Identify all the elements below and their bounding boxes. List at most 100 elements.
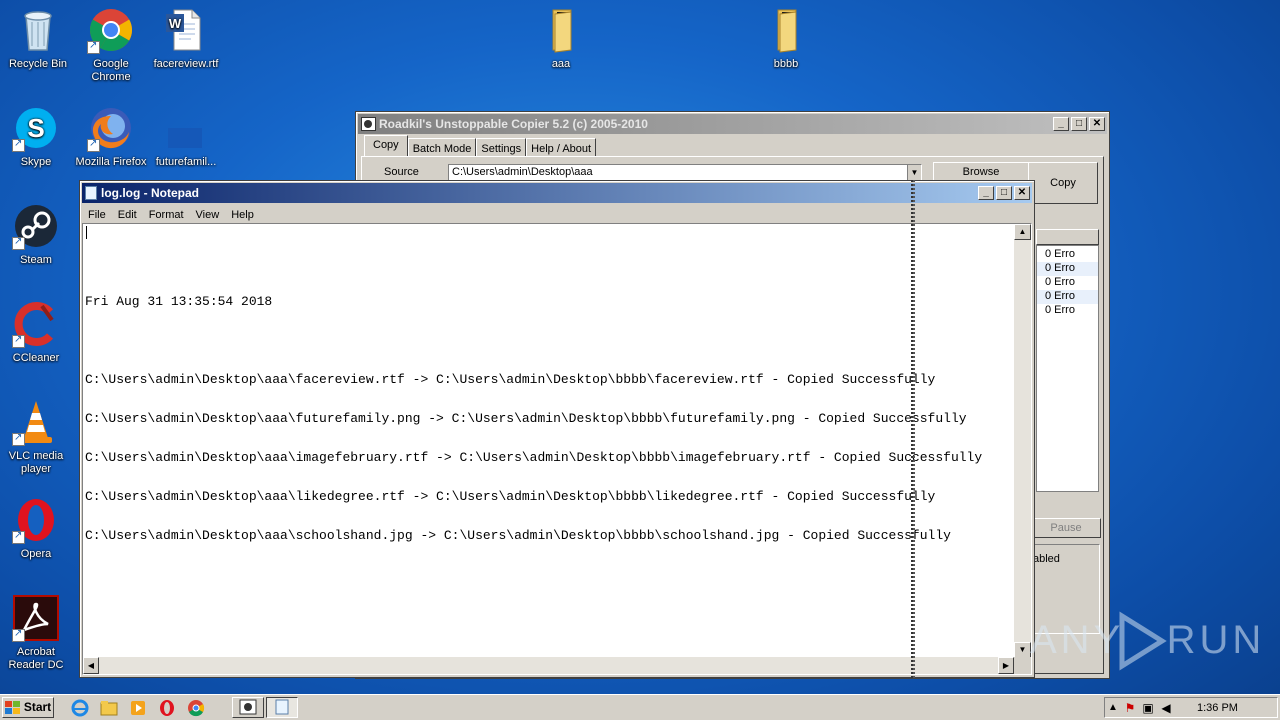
watermark-text: ANY RUN <box>1030 618 1266 662</box>
desktop-icon-label: Steam <box>20 254 52 266</box>
taskbar-notepad-button[interactable] <box>266 697 298 718</box>
shortcut-arrow-icon <box>12 235 25 250</box>
menu-edit[interactable]: Edit <box>112 209 143 221</box>
action-center-icon[interactable]: ⚑ <box>1121 701 1139 715</box>
close-button[interactable]: ✕ <box>1089 117 1105 131</box>
tab-help-about[interactable]: Help / About <box>526 138 597 157</box>
firefox-icon <box>87 104 135 152</box>
desktop-icon-acrobat[interactable]: Acrobat Reader DC <box>0 594 74 672</box>
text-line: Fri Aug 31 13:35:54 2018 <box>85 294 273 309</box>
desktop-icon-ccleaner[interactable]: CCleaner <box>0 300 74 365</box>
opera-icon <box>12 496 60 544</box>
copier-app-icon <box>361 117 376 131</box>
desktop-icon-vlc[interactable]: VLC media player <box>0 398 74 476</box>
notepad-titlebar[interactable]: log.log - Notepad _ □ ✕ <box>82 183 1032 203</box>
notepad-window: log.log - Notepad _ □ ✕ File Edit Format… <box>79 180 1035 678</box>
copier-titlebar[interactable]: Roadkil's Unstoppable Copier 5.2 (c) 200… <box>358 114 1107 134</box>
minimize-button[interactable]: _ <box>978 186 994 200</box>
start-button[interactable]: Start <box>2 697 54 718</box>
desktop-icon-steam[interactable]: Steam <box>0 202 74 267</box>
taskbar: Start ▲ ⚑ ▣ ◀ 1:36 PM <box>0 694 1280 720</box>
desktop-icon-label: Recycle Bin <box>8 58 68 70</box>
minimize-button[interactable]: _ <box>1053 117 1069 131</box>
internet-explorer-icon[interactable] <box>70 698 90 718</box>
media-player-icon[interactable] <box>128 698 148 718</box>
copier-tab-strip: Copy Batch Mode Settings Help / About <box>364 135 597 157</box>
scroll-left-arrow-icon[interactable]: ◀ <box>83 657 99 674</box>
menu-file[interactable]: File <box>82 209 112 221</box>
status-text: abled <box>1033 553 1060 565</box>
desktop-icon-firefox[interactable]: Mozilla Firefox <box>73 104 149 169</box>
maximize-button[interactable]: □ <box>996 186 1012 200</box>
desktop-icon-label: Acrobat Reader DC <box>8 646 64 671</box>
notepad-menubar: File Edit Format View Help <box>80 205 1034 224</box>
desktop-icon-aaa[interactable]: aaa <box>523 6 599 71</box>
image-file-icon <box>162 104 210 152</box>
notepad-window-title: log.log - Notepad <box>101 186 199 200</box>
word-document-icon: W <box>162 6 210 54</box>
close-button[interactable]: ✕ <box>1014 186 1030 200</box>
menu-help[interactable]: Help <box>225 209 260 221</box>
desktop-icon-bbbb[interactable]: bbbb <box>748 6 824 71</box>
text-line: C:\Users\admin\Desktop\aaa\facereview.rt… <box>85 372 936 387</box>
text-line: C:\Users\admin\Desktop\aaa\schoolshand.j… <box>85 528 951 543</box>
tab-batch-mode[interactable]: Batch Mode <box>407 138 477 157</box>
shortcut-arrow-icon <box>12 627 25 642</box>
desktop-icon-label: aaa <box>551 58 571 70</box>
tray-expand-icon[interactable]: ▲ <box>1105 702 1121 713</box>
size-grip[interactable] <box>1014 657 1031 674</box>
source-path-field[interactable]: C:\Users\admin\Desktop\aaa ▼ <box>448 164 922 181</box>
clock[interactable]: 1:36 PM <box>1197 702 1238 714</box>
text-line <box>85 256 1011 269</box>
notepad-edit-area[interactable]: Fri Aug 31 13:35:54 2018 C:\Users\admin\… <box>82 223 1032 675</box>
menu-format[interactable]: Format <box>143 209 190 221</box>
file-explorer-icon[interactable] <box>99 698 119 718</box>
source-label: Source <box>384 166 419 178</box>
desktop-icon-recycle-bin[interactable]: Recycle Bin <box>0 6 76 71</box>
notepad-text: Fri Aug 31 13:35:54 2018 C:\Users\admin\… <box>85 230 1011 568</box>
watermark: ANY RUN <box>1030 610 1266 672</box>
desktop-icon-futurefamily[interactable]: futurefamil... <box>148 104 224 169</box>
menu-view[interactable]: View <box>190 209 226 221</box>
horizontal-scrollbar[interactable]: ◀ ▶ <box>83 657 1014 674</box>
quick-launch <box>70 698 206 718</box>
volume-icon[interactable]: ◀ <box>1157 701 1175 715</box>
system-tray: ▲ ⚑ ▣ ◀ 1:36 PM <box>1104 697 1278 718</box>
desktop-icon-label: bbbb <box>773 58 799 70</box>
desktop-icon-facereview[interactable]: W facereview.rtf <box>148 6 224 71</box>
chrome-taskbar-icon[interactable] <box>186 698 206 718</box>
tab-copy[interactable]: Copy <box>364 135 408 157</box>
scroll-right-arrow-icon[interactable]: ▶ <box>998 657 1014 674</box>
desktop-icon-google-chrome[interactable]: Google Chrome <box>73 6 149 84</box>
source-path-value: C:\Users\admin\Desktop\aaa <box>452 166 593 178</box>
pause-button[interactable]: Pause <box>1031 518 1101 538</box>
folder-icon <box>762 6 810 54</box>
vlc-cone-icon <box>12 398 60 446</box>
scroll-up-arrow-icon[interactable]: ▲ <box>1014 224 1031 240</box>
list-item-errors: 0 Erro <box>1045 276 1075 288</box>
opera-taskbar-icon[interactable] <box>157 698 177 718</box>
taskbar-copier-button[interactable] <box>232 697 264 718</box>
list-item-errors: 0 Erro <box>1045 304 1075 316</box>
desktop-icon-label: futurefamil... <box>155 156 217 168</box>
list-item-errors: 0 Erro <box>1037 290 1098 304</box>
vertical-scrollbar[interactable]: ▲ ▼ <box>1014 224 1031 658</box>
maximize-button[interactable]: □ <box>1071 117 1087 131</box>
tab-settings[interactable]: Settings <box>476 138 527 157</box>
ccleaner-icon <box>12 300 60 348</box>
start-label: Start <box>23 700 52 714</box>
network-icon[interactable]: ▣ <box>1139 701 1157 715</box>
text-line <box>85 334 1011 347</box>
skype-icon: S <box>12 104 60 152</box>
desktop-icon-opera[interactable]: Opera <box>0 496 74 561</box>
list-item-errors: 0 Erro <box>1045 248 1075 260</box>
windows-logo-icon <box>4 700 20 714</box>
scroll-down-arrow-icon[interactable]: ▼ <box>1014 642 1031 658</box>
desktop-icon-label: CCleaner <box>12 352 60 364</box>
file-list[interactable]: 0 Erro 0 Erro 0 Erro 0 Erro 0 Erro <box>1036 245 1099 492</box>
shortcut-arrow-icon <box>87 39 100 54</box>
copy-button[interactable]: Copy <box>1028 162 1098 204</box>
desktop-icon-skype[interactable]: S Skype <box>0 104 74 169</box>
dropdown-arrow-icon[interactable]: ▼ <box>907 165 921 180</box>
svg-text:S: S <box>27 113 44 143</box>
